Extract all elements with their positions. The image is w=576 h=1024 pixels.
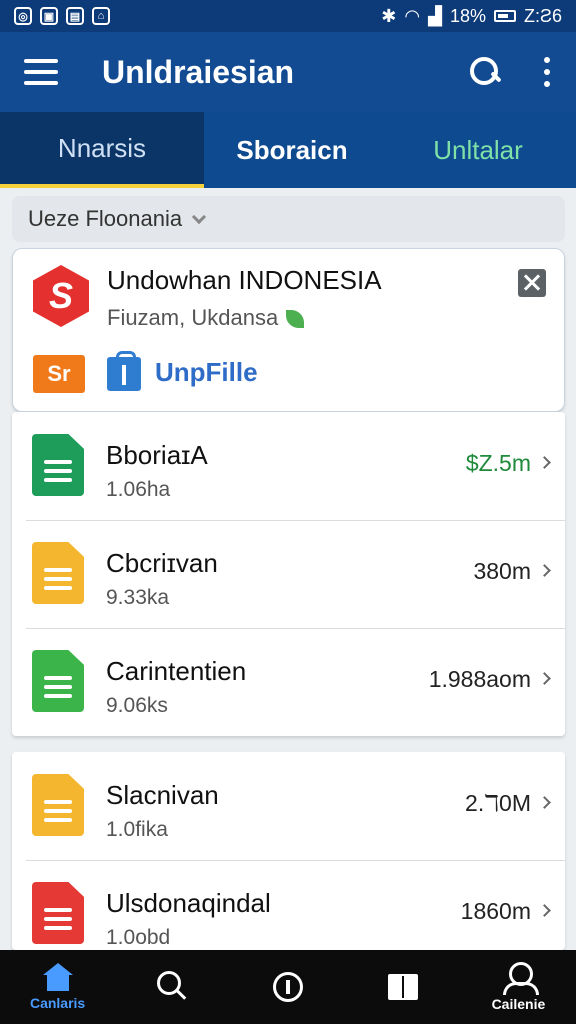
battery-percent: 18% <box>449 5 486 26</box>
bluetooth-icon: ✱ <box>381 5 397 26</box>
sr-badge: Sr <box>33 355 85 393</box>
profile-icon <box>503 962 540 995</box>
tab-nnarsis[interactable]: Nnarsis <box>0 112 204 188</box>
gallery-notification-icon: ▣ <box>40 7 58 25</box>
item-subtitle: 1.0obd <box>106 926 171 949</box>
app-title: Unldraiesian <box>102 53 295 90</box>
item-value: 2.ℸ0M <box>465 790 531 816</box>
list-item[interactable]: Slacnivan 1.0fika 2.ℸ0M <box>12 752 565 860</box>
tab-sboraicn[interactable]: Sboraicn <box>204 112 380 188</box>
item-name: Carintentien <box>106 656 247 686</box>
home-icon <box>42 963 73 991</box>
chevron-down-icon <box>192 209 207 224</box>
menu-icon[interactable] <box>24 59 58 85</box>
chevron-right-icon <box>538 456 551 469</box>
wifi-icon: ◠ <box>404 5 421 26</box>
home-notification-icon: ⌂ <box>92 7 110 25</box>
list-item[interactable]: Carintentien 9.06ks 1.988aom <box>12 628 565 736</box>
signal-icon: ▟ <box>428 5 442 26</box>
list-card: BboriaɪA 1.06ha $Z.5m Cbcriɪvan 9.33ka 3… <box>12 412 565 736</box>
document-icon <box>32 774 84 836</box>
tab-bar: Nnarsis Sboraicn Unltalar <box>0 112 576 188</box>
item-value: $Z.5m <box>465 450 531 476</box>
item-value: 1.988aom <box>428 666 531 692</box>
brand-logo: S <box>33 265 89 327</box>
more-options-icon[interactable] <box>542 57 552 87</box>
notification-icons: ◎ ▣ ▤ ⌂ <box>14 7 110 25</box>
featured-card[interactable]: S Undowhan INDONESIA Fiuzam, Ukdansa Sr … <box>12 248 565 412</box>
shopping-bag-icon <box>107 351 141 391</box>
list-item[interactable]: BboriaɪA 1.06ha $Z.5m <box>12 412 565 520</box>
close-button[interactable] <box>518 269 546 297</box>
message-notification-icon: ▤ <box>66 7 84 25</box>
camera-notification-icon: ◎ <box>14 7 32 25</box>
book-icon <box>388 974 419 1000</box>
item-name: BboriaɪA <box>106 440 208 470</box>
chevron-right-icon <box>538 904 551 917</box>
nav-search[interactable] <box>115 950 230 1024</box>
nav-home[interactable]: Canlaris <box>0 950 115 1024</box>
featured-subtitle-row: Fiuzam, Ukdansa <box>107 305 305 331</box>
list-card: Slacnivan 1.0fika 2.ℸ0M Ulsdonaqindal 1.… <box>12 752 565 950</box>
app-bar: Unldraiesian <box>0 32 576 112</box>
search-icon <box>156 971 189 1003</box>
status-bar: ◎ ▣ ▤ ⌂ ✱ ◠ ▟ 18% Z:Ƨ6 <box>0 0 576 32</box>
list-item[interactable]: Cbcriɪvan 9.33ka 380m <box>12 520 565 628</box>
item-subtitle: 1.0fika <box>106 818 168 841</box>
item-subtitle: 9.06ks <box>106 694 168 717</box>
tab-unltalar[interactable]: Unltalar <box>380 112 576 188</box>
spreadsheet-icon <box>32 650 84 712</box>
bottom-navigation: Canlaris Cailenie <box>0 950 576 1024</box>
nav-profile-label: Cailenie <box>491 996 546 1012</box>
item-name: Cbcriɪvan <box>106 548 218 578</box>
featured-title: Undowhan INDONESIA <box>107 265 382 295</box>
chevron-right-icon <box>538 672 551 685</box>
item-name: Ulsdonaqindal <box>106 888 271 918</box>
item-value: 1860m <box>460 898 531 924</box>
system-icons: ✱ ◠ ▟ 18% Z:Ƨ6 <box>381 6 562 27</box>
battery-icon <box>493 10 516 22</box>
info-icon <box>273 972 303 1002</box>
item-subtitle: 9.33ka <box>106 586 170 609</box>
featured-link[interactable]: UnpFille <box>155 357 258 388</box>
nav-library[interactable] <box>346 950 461 1024</box>
nav-profile[interactable]: Cailenie <box>461 950 576 1024</box>
filter-dropdown[interactable]: Ueze Floonania <box>12 196 565 242</box>
search-icon[interactable] <box>468 55 502 89</box>
item-name: Slacnivan <box>106 780 219 810</box>
presentation-icon <box>32 882 84 944</box>
spreadsheet-icon <box>32 434 84 496</box>
item-value: 380m <box>473 558 531 584</box>
chevron-right-icon <box>538 564 551 577</box>
nav-info[interactable] <box>230 950 345 1024</box>
document-icon <box>32 542 84 604</box>
featured-subtitle: Fiuzam, Ukdansa <box>107 305 279 330</box>
filter-label: Ueze Floonania <box>28 206 183 231</box>
clock: Z:Ƨ6 <box>523 5 562 26</box>
list-item[interactable]: Ulsdonaqindal 1.0obd 1860m <box>12 860 565 950</box>
chevron-right-icon <box>538 796 551 809</box>
nav-home-label: Canlaris <box>29 995 86 1011</box>
item-subtitle: 1.06ha <box>106 478 171 501</box>
leaf-icon <box>286 310 305 329</box>
